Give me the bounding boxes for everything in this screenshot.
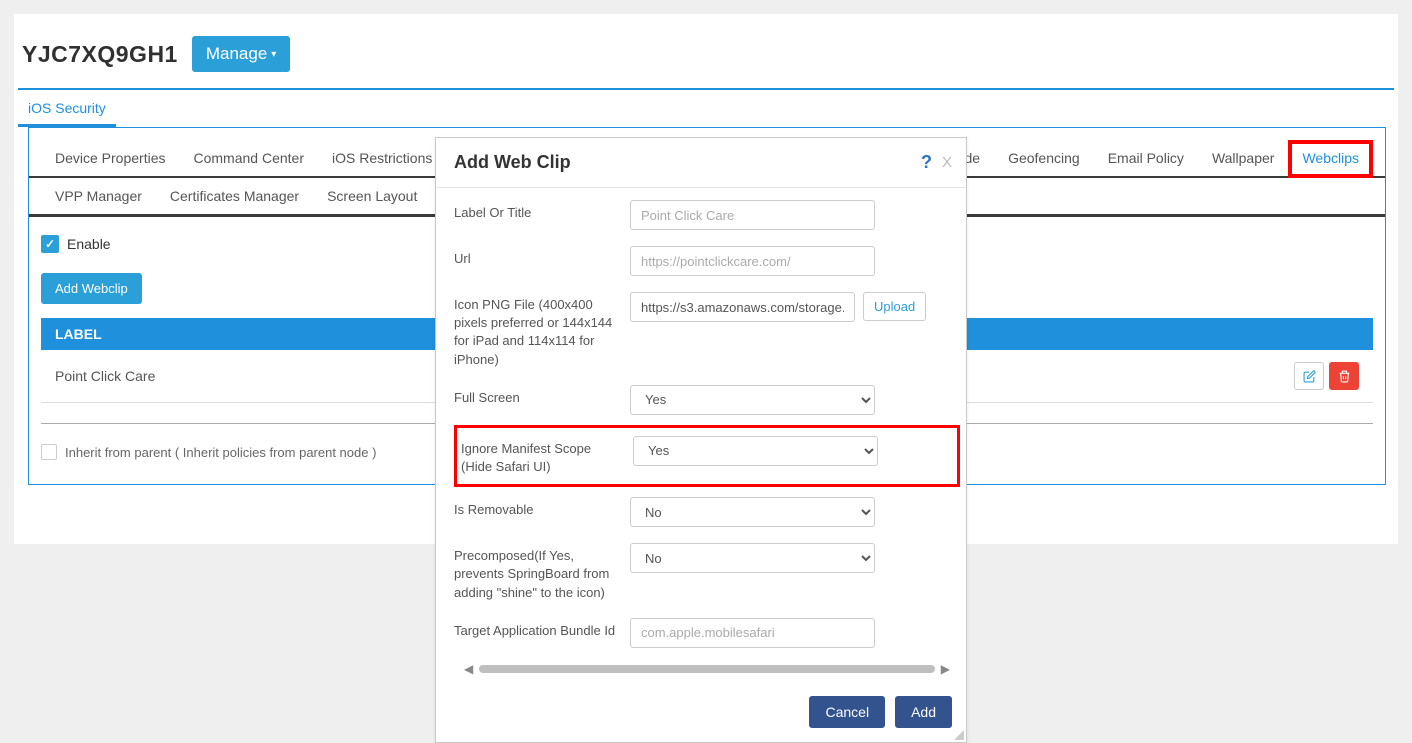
row-removable: Is Removable No [454,489,960,535]
scroll-track[interactable] [479,665,935,673]
scroll-right-icon[interactable]: ▶ [941,662,950,676]
modal-header: Add Web Clip ? X [436,138,966,188]
delete-button[interactable] [1329,362,1359,390]
row-fullscreen: Full Screen Yes [454,377,960,423]
highlight-ignore-manifest: Ignore Manifest Scope (Hide Safari UI) Y… [454,425,960,487]
tab-certificates-manager[interactable]: Certificates Manager [156,178,313,214]
tab-wallpaper[interactable]: Wallpaper [1198,140,1289,176]
input-bundle[interactable] [630,618,875,648]
tab-ios-restrictions[interactable]: iOS Restrictions [318,140,446,176]
row-label-title: Label Or Title [454,192,960,238]
label-url: Url [454,246,630,268]
tab-device-properties[interactable]: Device Properties [41,140,180,176]
section-tabs: iOS Security [14,90,1398,127]
horizontal-scrollbar[interactable]: ◀ ▶ [454,656,960,682]
modal-body: Label Or Title Url Icon PNG File (400x40… [436,188,966,682]
inherit-checkbox[interactable] [41,444,57,460]
resize-handle[interactable] [954,730,964,740]
tab-email-policy[interactable]: Email Policy [1094,140,1198,176]
select-removable[interactable]: No [630,497,875,527]
label-icon: Icon PNG File (400x400 pixels preferred … [454,292,630,369]
label-fullscreen: Full Screen [454,385,630,407]
manage-button[interactable]: Manage ▾ [192,36,290,72]
modal-title: Add Web Clip [454,152,571,173]
add-button[interactable]: Add [895,696,952,728]
device-id: YJC7XQ9GH1 [22,41,178,68]
input-url[interactable] [630,246,875,276]
row-actions [1294,362,1359,390]
row-ignore-manifest: Ignore Manifest Scope (Hide Safari UI) Y… [461,434,953,478]
add-webclip-button[interactable]: Add Webclip [41,273,142,304]
tab-webclips[interactable]: Webclips [1288,140,1373,178]
chevron-down-icon: ▾ [271,49,276,60]
manage-button-label: Manage [206,44,267,64]
scroll-left-icon[interactable]: ◀ [464,662,473,676]
input-label-title[interactable] [630,200,875,230]
tab-ios-security[interactable]: iOS Security [18,90,116,127]
row-icon: Icon PNG File (400x400 pixels preferred … [454,284,960,377]
trash-icon [1338,370,1351,383]
tab-command-center[interactable]: Command Center [180,140,319,176]
select-fullscreen[interactable]: Yes [630,385,875,415]
row-url: Url [454,238,960,284]
inherit-label: Inherit from parent ( Inherit policies f… [65,445,376,460]
row-label-value: Point Click Care [55,368,155,384]
cancel-button[interactable]: Cancel [809,696,885,728]
edit-icon [1303,370,1316,383]
row-bundle: Target Application Bundle Id [454,610,960,656]
help-icon[interactable]: ? [921,152,932,173]
label-removable: Is Removable [454,497,630,519]
close-icon[interactable]: X [942,154,952,171]
edit-button[interactable] [1294,362,1324,390]
label-label-title: Label Or Title [454,200,630,222]
page-header: YJC7XQ9GH1 Manage ▾ [18,14,1394,90]
label-precomposed: Precomposed(If Yes, prevents SpringBoard… [454,543,630,602]
tab-geofencing[interactable]: Geofencing [994,140,1094,176]
input-icon[interactable] [630,292,855,322]
enable-checkbox[interactable]: ✓ [41,235,59,253]
upload-button[interactable]: Upload [863,292,926,321]
tab-vpp-manager[interactable]: VPP Manager [41,178,156,214]
modal-footer: Cancel Add [436,682,966,742]
label-bundle: Target Application Bundle Id [454,618,630,640]
label-ignore-manifest: Ignore Manifest Scope (Hide Safari UI) [461,436,633,476]
enable-label: Enable [67,236,111,252]
tab-screen-layout[interactable]: Screen Layout [313,178,431,214]
select-ignore-manifest[interactable]: Yes [633,436,878,466]
select-precomposed[interactable]: No [630,543,875,573]
add-webclip-modal: Add Web Clip ? X Label Or Title Url Icon… [435,137,967,743]
row-precomposed: Precomposed(If Yes, prevents SpringBoard… [454,535,960,610]
